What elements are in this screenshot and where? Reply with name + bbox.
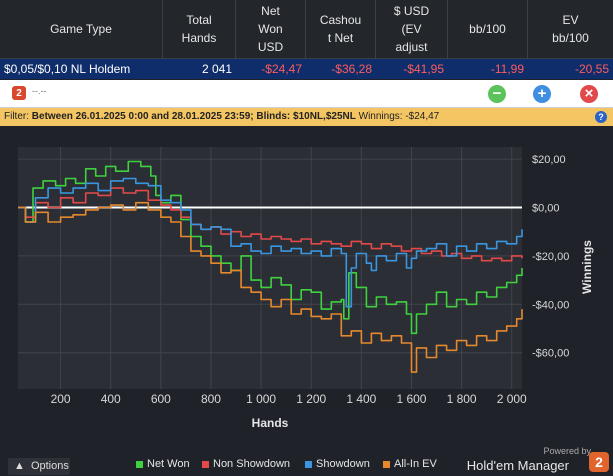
column-header-net-won[interactable]: Net Won USD	[236, 0, 306, 58]
y-tick-label: $0,00	[532, 203, 560, 215]
plus-icon[interactable]: +	[533, 85, 551, 103]
legend-swatch	[202, 460, 209, 468]
y-axis-label: Winnings	[580, 240, 594, 294]
legend-label: Net Won	[147, 458, 190, 470]
legend-label: Non Showdown	[213, 458, 291, 470]
x-tick-label: 1 200	[296, 392, 326, 406]
x-tick-label: 1 600	[396, 392, 426, 406]
table-row[interactable]: $0,05/$0,10 NL Holdem 2 041 -$24,47 -$36…	[0, 59, 613, 79]
close-icon[interactable]: ×	[580, 85, 598, 103]
cell-total-hands: 2 041	[201, 62, 232, 76]
legend-label: Showdown	[316, 458, 370, 470]
legend-swatch	[136, 460, 143, 468]
graph-toolbar	[0, 80, 613, 108]
column-header-ev-adjusted[interactable]: $ USD (EV adjust	[376, 0, 448, 58]
column-header-game-type[interactable]: Game Type	[0, 0, 163, 58]
hm2-brand-logo-icon: 2	[589, 452, 609, 472]
info-icon[interactable]: ?	[595, 111, 607, 123]
x-tick-label: 800	[201, 392, 221, 406]
legend-label: All-In EV	[394, 458, 437, 470]
hm2-logo-icon: 2	[12, 86, 26, 100]
filter-text: Between 26.01.2025 0:00 and 28.01.2025 2…	[31, 111, 356, 122]
options-button[interactable]: ▲ Options	[8, 458, 70, 475]
x-tick-label: 1 000	[246, 392, 276, 406]
legend-net-won[interactable]: Net Won	[136, 456, 190, 472]
cell-ev-adjusted: -$41,95	[403, 62, 444, 76]
x-tick-label: 600	[151, 392, 171, 406]
stats-table-header: Game Type Total Hands Net Won USD Cashou…	[0, 0, 613, 59]
legend-swatch	[305, 460, 312, 468]
legend-showdown[interactable]: Showdown	[305, 456, 370, 472]
winnings-label: Winnings:	[358, 111, 403, 122]
filter-bar[interactable]: Filter: Between 26.01.2025 0:00 and 28.0…	[0, 108, 613, 126]
column-header-ev-bb100[interactable]: EV bb/100	[528, 0, 613, 58]
x-tick-label: 1 800	[447, 392, 477, 406]
cell-bb100: -11,99	[490, 62, 524, 76]
minus-icon[interactable]: −	[488, 85, 506, 103]
winnings-chart: 200 400 600 800 1 000 1 200 1 400 1 600 1 800 2 0…	[18, 147, 594, 430]
winnings-value: -$24,47	[405, 111, 440, 122]
cell-ev-bb100: -20,55	[574, 62, 609, 76]
column-header-cashout-net[interactable]: Cashou t Net	[306, 0, 376, 58]
filter-label: Filter:	[4, 111, 29, 122]
legend-swatch	[383, 460, 390, 468]
y-tick-label: $20,00	[532, 154, 566, 166]
column-header-bb100[interactable]: bb/100	[448, 0, 528, 58]
chevron-up-icon: ▲	[14, 460, 25, 472]
brand-name: Hold'em Manager	[466, 458, 569, 473]
y-tick-label: -$20,00	[532, 251, 569, 263]
graph-title: --.--	[32, 86, 47, 96]
legend-non-showdown[interactable]: Non Showdown	[202, 456, 290, 472]
y-tick-label: -$40,00	[532, 299, 569, 311]
column-header-total-hands[interactable]: Total Hands	[163, 0, 236, 58]
y-tick-label: -$60,00	[532, 348, 569, 360]
options-label: Options	[30, 460, 69, 472]
x-tick-label: 2 000	[497, 392, 527, 406]
x-tick-label: 200	[51, 392, 71, 406]
cell-net-won: -$24,47	[261, 62, 302, 76]
x-axis-label: Hands	[252, 416, 289, 430]
cell-game-type: $0,05/$0,10 NL Holdem	[4, 62, 131, 76]
x-tick-label: 400	[101, 392, 121, 406]
powered-by-text: Powered by	[543, 446, 591, 456]
legend-all-in-ev[interactable]: All-In EV	[383, 456, 437, 472]
x-tick-label: 1 400	[346, 392, 376, 406]
cell-cashout-net: -$36,28	[331, 62, 372, 76]
